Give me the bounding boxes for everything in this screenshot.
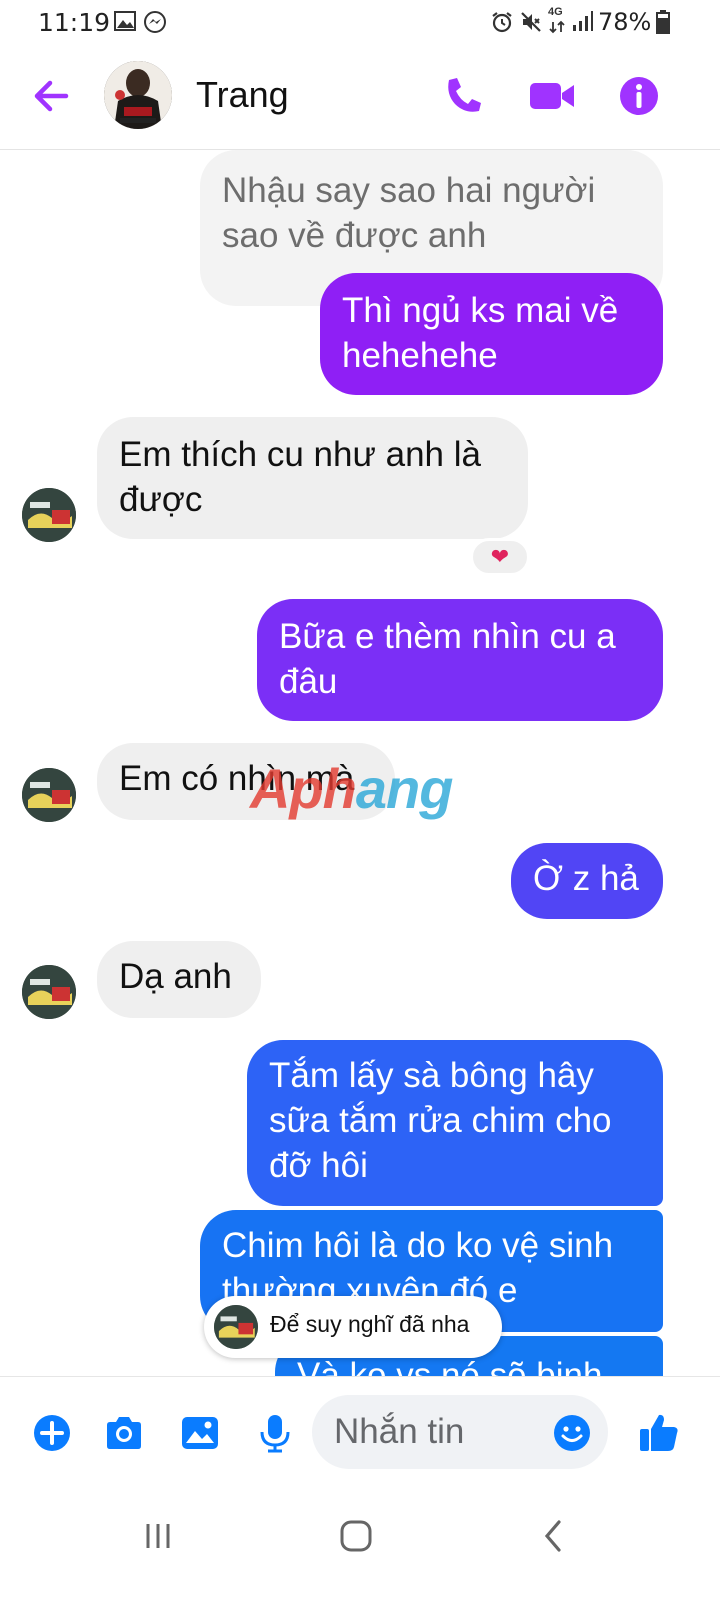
contact-avatar-image xyxy=(22,768,76,822)
message-text: Tắm lấy sà bông hây sữa tắm rửa chim cho… xyxy=(269,1056,612,1185)
contact-avatar[interactable] xyxy=(104,61,172,129)
contact-avatar-image xyxy=(22,965,76,1019)
battery-percent: 78% xyxy=(598,8,652,36)
message-bubble-outgoing[interactable]: Tắm lấy sà bông hây sữa tắm rửa chim cho… xyxy=(247,1040,663,1206)
recent-apps-icon[interactable] xyxy=(128,1506,188,1566)
chat-header: Trang xyxy=(0,44,720,150)
camera-icon[interactable] xyxy=(104,1413,144,1453)
message-bubble-incoming[interactable]: Dạ anh xyxy=(97,941,261,1018)
phone-icon[interactable] xyxy=(441,74,485,118)
message-bubble-outgoing[interactable]: Ờ z hả xyxy=(511,843,663,919)
alarm-icon xyxy=(492,12,512,33)
contact-avatar-small xyxy=(214,1305,258,1349)
status-bar: 11:19 4G 78% xyxy=(0,0,720,44)
messenger-notification-icon xyxy=(144,11,166,33)
message-text: Và ko vs nó sẽ bịnh xyxy=(297,1356,603,1376)
data-arrows-icon xyxy=(549,20,565,34)
heart-icon: ❤ xyxy=(490,544,510,569)
contact-avatar-small[interactable] xyxy=(22,488,76,542)
message-text: Dạ anh xyxy=(119,957,232,996)
message-text: Nhậu say sao hai người sao về được anh xyxy=(222,171,596,255)
status-time: 11:19 xyxy=(38,8,111,37)
message-bubble-incoming[interactable]: Em thích cu như anh là được xyxy=(97,417,528,539)
home-icon[interactable] xyxy=(326,1506,386,1566)
signal-icon xyxy=(573,11,593,31)
thumbs-up-icon[interactable] xyxy=(638,1411,680,1453)
gallery-notification-icon xyxy=(114,11,136,31)
message-bubble-outgoing[interactable]: Thì ngủ ks mai về hehehehe xyxy=(320,273,663,395)
heart-reaction[interactable]: ❤ xyxy=(470,538,530,576)
message-bubble-outgoing[interactable]: Bữa e thèm nhìn cu a đâu xyxy=(257,599,663,721)
mute-icon xyxy=(521,12,541,32)
gallery-icon[interactable] xyxy=(180,1413,220,1453)
message-composer xyxy=(0,1376,720,1486)
preview-text: Để suy nghĩ đã nha xyxy=(270,1311,470,1337)
message-text: Em thích cu như anh là được xyxy=(119,435,481,519)
watermark-logo: Aphang xyxy=(250,757,453,820)
system-navigation-bar xyxy=(0,1486,720,1600)
plus-icon[interactable] xyxy=(32,1413,72,1453)
battery-icon xyxy=(656,10,670,34)
info-icon[interactable] xyxy=(617,74,661,118)
message-text: Bữa e thèm nhìn cu a đâu xyxy=(279,617,616,701)
emoji-icon[interactable] xyxy=(552,1413,592,1453)
contact-avatar-image xyxy=(214,1305,258,1349)
contact-avatar-image xyxy=(22,488,76,542)
contact-avatar-image xyxy=(104,61,172,129)
back-icon[interactable] xyxy=(523,1506,583,1566)
video-camera-icon[interactable] xyxy=(528,74,576,118)
message-preview-chip[interactable]: Để suy nghĩ đã nha xyxy=(204,1296,502,1358)
contact-avatar-small[interactable] xyxy=(22,965,76,1019)
microphone-icon[interactable] xyxy=(255,1413,295,1453)
message-text: Ờ z hả xyxy=(533,859,639,898)
back-arrow-icon[interactable] xyxy=(30,74,74,118)
message-text: Thì ngủ ks mai về hehehehe xyxy=(342,291,619,375)
contact-avatar-small[interactable] xyxy=(22,768,76,822)
contact-name[interactable]: Trang xyxy=(196,74,289,116)
